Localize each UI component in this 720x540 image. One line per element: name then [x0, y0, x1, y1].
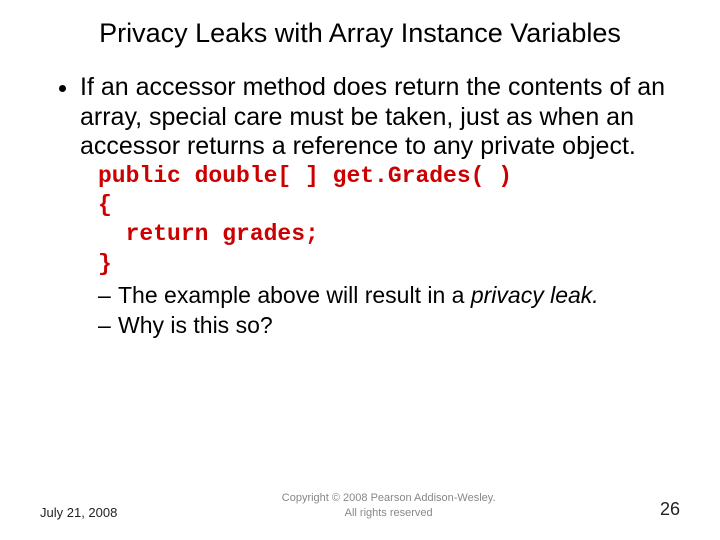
sub-bullet-2: Why is this so?	[98, 311, 682, 341]
bullet-list: If an accessor method does return the co…	[38, 73, 682, 341]
code-line-1: public double[ ] get.Grades( )	[98, 163, 512, 189]
footer: July 21, 2008 Copyright © 2008 Pearson A…	[0, 491, 720, 520]
sub-bullet-1: The example above will result in a priva…	[98, 281, 682, 311]
slide-title: Privacy Leaks with Array Instance Variab…	[38, 18, 682, 49]
copyright-line-1: Copyright © 2008 Pearson Addison-Wesley.	[282, 492, 496, 504]
slide: Privacy Leaks with Array Instance Variab…	[0, 0, 720, 540]
bullet-text-1: If an accessor method does return the co…	[80, 73, 665, 160]
code-block: public double[ ] get.Grades( ) { return …	[98, 162, 682, 280]
sub-bullet-list: The example above will result in a priva…	[80, 281, 682, 341]
bullet-item-1: If an accessor method does return the co…	[80, 73, 682, 341]
footer-date: July 21, 2008	[40, 505, 117, 520]
code-line-4: }	[98, 251, 112, 277]
code-line-3: return grades;	[98, 221, 319, 247]
copyright-line-2: All rights reserved	[345, 507, 433, 519]
code-line-2: {	[98, 192, 112, 218]
footer-copyright: Copyright © 2008 Pearson Addison-Wesley.…	[137, 491, 640, 520]
sub1-prefix: The example above will result in a	[118, 282, 471, 308]
sub1-italic: privacy leak.	[471, 282, 599, 308]
page-number: 26	[660, 499, 680, 520]
